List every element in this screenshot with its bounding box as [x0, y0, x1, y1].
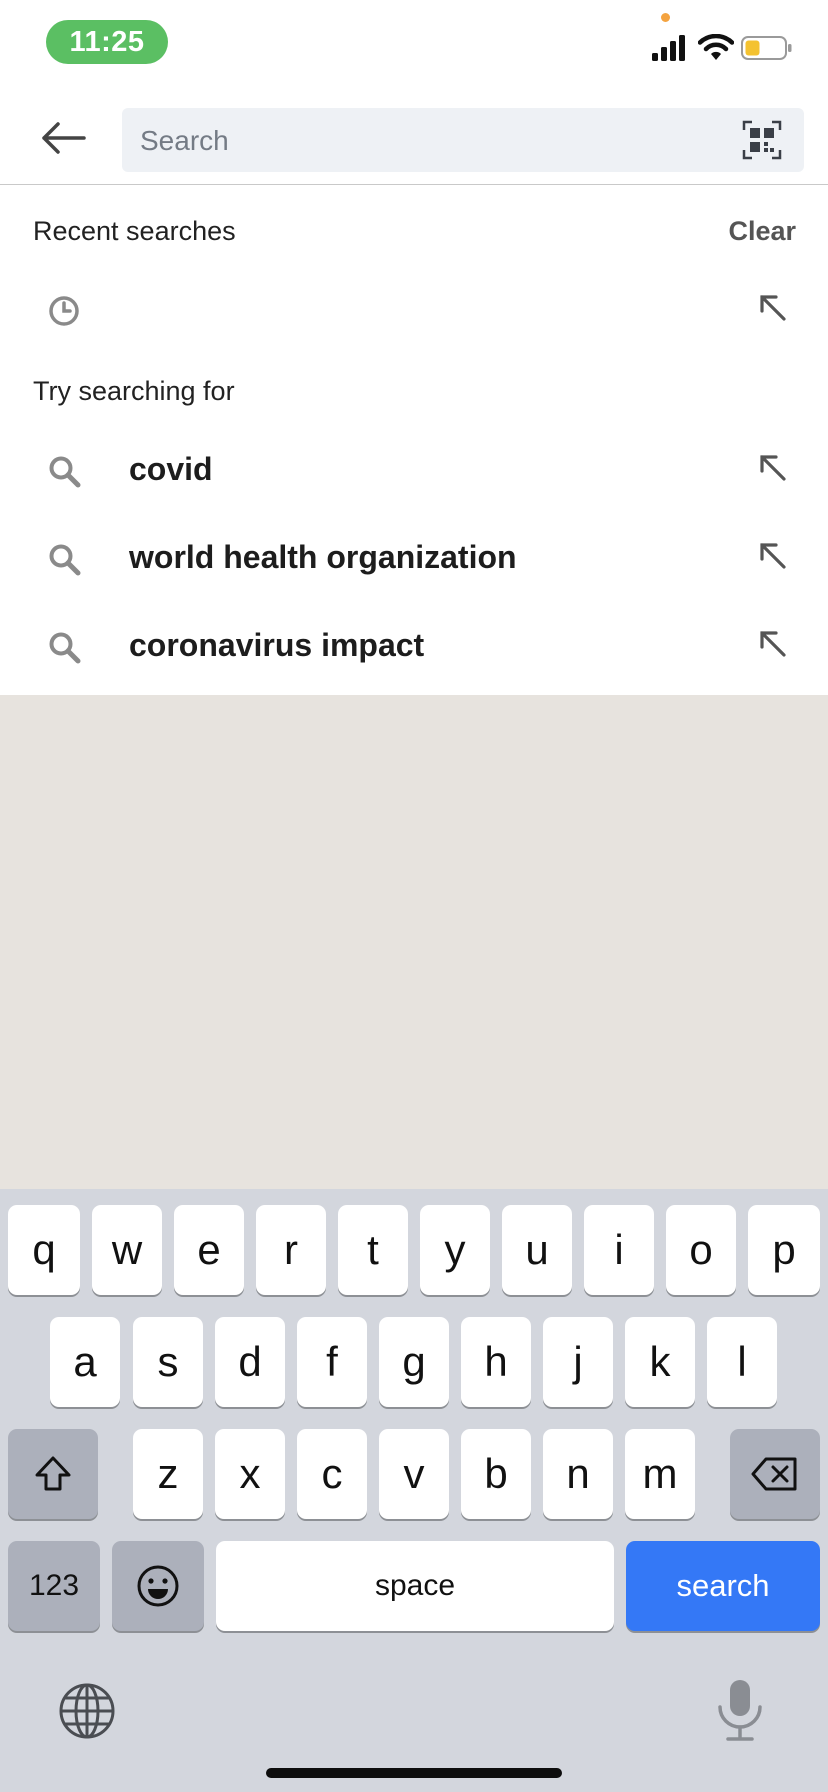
keyboard: q w e r t y u i o p a s d f g h j k l z …	[0, 1189, 828, 1792]
shift-icon	[35, 1456, 71, 1491]
suggestion-item[interactable]: covid	[0, 427, 828, 515]
key-j[interactable]: j	[543, 1317, 613, 1407]
fill-arrow-icon[interactable]	[756, 291, 790, 325]
key-k[interactable]: k	[625, 1317, 695, 1407]
key-n[interactable]: n	[543, 1429, 613, 1519]
search-icon	[49, 544, 81, 576]
header-divider	[0, 184, 828, 185]
suggestion-text: coronavirus impact	[129, 627, 425, 663]
privacy-indicator-dot	[661, 13, 670, 22]
key-o[interactable]: o	[666, 1205, 736, 1295]
key-y[interactable]: y	[420, 1205, 490, 1295]
battery-icon	[741, 36, 792, 60]
key-l[interactable]: l	[707, 1317, 777, 1407]
key-s[interactable]: s	[133, 1317, 203, 1407]
search-key[interactable]: search	[626, 1541, 820, 1631]
key-a[interactable]: a	[50, 1317, 120, 1407]
suggestion-text: covid	[129, 451, 213, 487]
microphone-icon[interactable]	[712, 1677, 768, 1743]
shift-key[interactable]	[8, 1429, 98, 1519]
status-time: 11:25	[46, 20, 168, 64]
suggestion-text: world health organization	[129, 539, 517, 575]
suggestion-item[interactable]: world health organization	[0, 515, 828, 603]
key-g[interactable]: g	[379, 1317, 449, 1407]
qr-scan-icon[interactable]	[742, 120, 782, 160]
key-w[interactable]: w	[92, 1205, 162, 1295]
search-input[interactable]	[138, 108, 702, 174]
history-icon	[49, 296, 79, 326]
emoji-icon	[137, 1565, 179, 1607]
wifi-icon	[698, 34, 734, 60]
home-indicator[interactable]	[266, 1768, 562, 1778]
suggestion-item[interactable]: coronavirus impact	[0, 603, 828, 691]
key-z[interactable]: z	[133, 1429, 203, 1519]
globe-icon[interactable]	[58, 1682, 116, 1740]
key-r[interactable]: r	[256, 1205, 326, 1295]
key-u[interactable]: u	[502, 1205, 572, 1295]
numbers-key[interactable]: 123	[8, 1541, 100, 1631]
key-p[interactable]: p	[748, 1205, 820, 1295]
key-d[interactable]: d	[215, 1317, 285, 1407]
clear-button[interactable]: Clear	[728, 216, 796, 247]
search-field[interactable]	[122, 108, 804, 174]
key-x[interactable]: x	[215, 1429, 285, 1519]
search-icon	[49, 456, 81, 488]
key-e[interactable]: e	[174, 1205, 244, 1295]
backspace-key[interactable]	[730, 1429, 820, 1519]
search-icon	[49, 632, 81, 664]
key-m[interactable]: m	[625, 1429, 695, 1519]
recent-search-item[interactable]	[0, 267, 828, 355]
signal-icon	[652, 35, 685, 61]
key-b[interactable]: b	[461, 1429, 531, 1519]
key-c[interactable]: c	[297, 1429, 367, 1519]
back-arrow-icon[interactable]	[38, 118, 88, 158]
fill-arrow-icon[interactable]	[756, 627, 790, 661]
fill-arrow-icon[interactable]	[756, 451, 790, 485]
key-f[interactable]: f	[297, 1317, 367, 1407]
recent-searches-title: Recent searches	[33, 216, 236, 246]
space-key[interactable]: space	[216, 1541, 614, 1631]
key-v[interactable]: v	[379, 1429, 449, 1519]
key-q[interactable]: q	[8, 1205, 80, 1295]
fill-arrow-icon[interactable]	[756, 539, 790, 573]
key-i[interactable]: i	[584, 1205, 654, 1295]
suggestions-title: Try searching for	[33, 376, 235, 406]
backspace-icon	[751, 1457, 797, 1491]
key-h[interactable]: h	[461, 1317, 531, 1407]
key-t[interactable]: t	[338, 1205, 408, 1295]
emoji-key[interactable]	[112, 1541, 204, 1631]
